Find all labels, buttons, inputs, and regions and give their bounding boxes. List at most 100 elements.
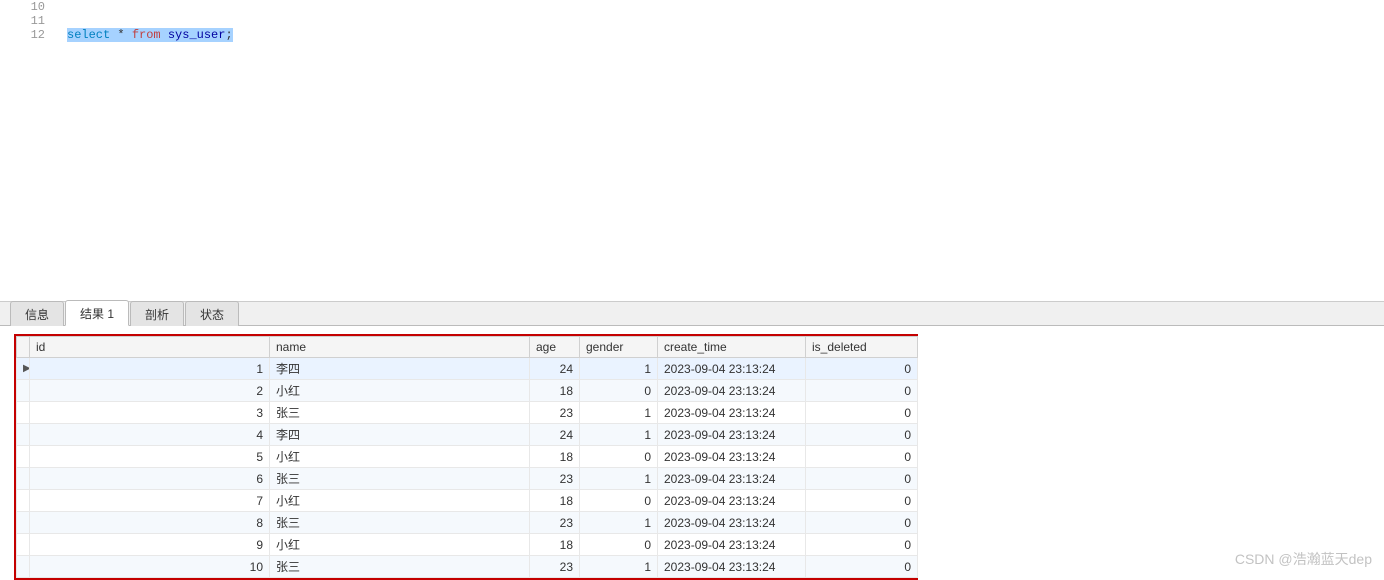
row-marker[interactable] — [17, 446, 30, 468]
tab-info[interactable]: 信息 — [10, 301, 64, 326]
cell-gender[interactable]: 0 — [580, 446, 658, 468]
row-marker[interactable] — [17, 512, 30, 534]
cell-age[interactable]: 24 — [530, 424, 580, 446]
cell-gender[interactable]: 0 — [580, 534, 658, 556]
col-header-is-deleted[interactable]: is_deleted — [806, 337, 918, 358]
cell-id[interactable]: 9 — [30, 534, 270, 556]
cell-name[interactable]: 小红 — [270, 490, 530, 512]
table-row[interactable]: 3张三2312023-09-04 23:13:240 — [17, 402, 918, 424]
table-header-row: id name age gender create_time is_delete… — [17, 337, 918, 358]
editor-line[interactable] — [67, 14, 1384, 28]
cell-id[interactable]: 10 — [30, 556, 270, 578]
editor-gutter: 10 11 12 — [0, 0, 55, 42]
table-row[interactable]: ▶1李四2412023-09-04 23:13:240 — [17, 358, 918, 380]
cell-age[interactable]: 18 — [530, 534, 580, 556]
editor-content[interactable]: select * from sys_user; — [55, 0, 1384, 42]
table-row[interactable]: 9小红1802023-09-04 23:13:240 — [17, 534, 918, 556]
cell-age[interactable]: 23 — [530, 468, 580, 490]
cell-age[interactable]: 18 — [530, 446, 580, 468]
cell-is-deleted[interactable]: 0 — [806, 402, 918, 424]
cell-id[interactable]: 4 — [30, 424, 270, 446]
cell-create-time[interactable]: 2023-09-04 23:13:24 — [658, 468, 806, 490]
cell-create-time[interactable]: 2023-09-04 23:13:24 — [658, 380, 806, 402]
col-header-name[interactable]: name — [270, 337, 530, 358]
row-marker[interactable] — [17, 556, 30, 578]
cell-name[interactable]: 小红 — [270, 446, 530, 468]
row-marker[interactable] — [17, 424, 30, 446]
cell-is-deleted[interactable]: 0 — [806, 380, 918, 402]
cell-gender[interactable]: 1 — [580, 358, 658, 380]
cell-create-time[interactable]: 2023-09-04 23:13:24 — [658, 358, 806, 380]
cell-gender[interactable]: 1 — [580, 402, 658, 424]
cell-gender[interactable]: 1 — [580, 468, 658, 490]
cell-name[interactable]: 小红 — [270, 534, 530, 556]
cell-age[interactable]: 18 — [530, 490, 580, 512]
row-marker[interactable]: ▶ — [17, 358, 30, 380]
cell-age[interactable]: 24 — [530, 358, 580, 380]
cell-age[interactable]: 23 — [530, 402, 580, 424]
cell-name[interactable]: 李四 — [270, 424, 530, 446]
tab-status[interactable]: 状态 — [185, 301, 239, 326]
cell-id[interactable]: 1 — [30, 358, 270, 380]
cell-is-deleted[interactable]: 0 — [806, 556, 918, 578]
table-row[interactable]: 7小红1802023-09-04 23:13:240 — [17, 490, 918, 512]
table-row[interactable]: 10张三2312023-09-04 23:13:240 — [17, 556, 918, 578]
editor-line[interactable]: select * from sys_user; — [67, 28, 1384, 42]
table-row[interactable]: 6张三2312023-09-04 23:13:240 — [17, 468, 918, 490]
col-header-gender[interactable]: gender — [580, 337, 658, 358]
cell-is-deleted[interactable]: 0 — [806, 468, 918, 490]
editor-line[interactable] — [67, 0, 1384, 14]
row-marker[interactable] — [17, 468, 30, 490]
cell-gender[interactable]: 1 — [580, 512, 658, 534]
table-row[interactable]: 2小红1802023-09-04 23:13:240 — [17, 380, 918, 402]
cell-name[interactable]: 张三 — [270, 402, 530, 424]
cell-id[interactable]: 3 — [30, 402, 270, 424]
sql-table-name: sys_user — [168, 28, 226, 42]
cell-is-deleted[interactable]: 0 — [806, 358, 918, 380]
cell-is-deleted[interactable]: 0 — [806, 512, 918, 534]
col-header-id[interactable]: id — [30, 337, 270, 358]
cell-gender[interactable]: 0 — [580, 380, 658, 402]
cell-create-time[interactable]: 2023-09-04 23:13:24 — [658, 512, 806, 534]
cell-gender[interactable]: 1 — [580, 424, 658, 446]
cell-name[interactable]: 小红 — [270, 380, 530, 402]
result-grid[interactable]: id name age gender create_time is_delete… — [16, 336, 918, 578]
cell-id[interactable]: 7 — [30, 490, 270, 512]
cell-name[interactable]: 张三 — [270, 556, 530, 578]
tab-profile[interactable]: 剖析 — [130, 301, 184, 326]
table-row[interactable]: 4李四2412023-09-04 23:13:240 — [17, 424, 918, 446]
row-marker[interactable] — [17, 490, 30, 512]
cell-create-time[interactable]: 2023-09-04 23:13:24 — [658, 424, 806, 446]
cell-is-deleted[interactable]: 0 — [806, 446, 918, 468]
cell-name[interactable]: 张三 — [270, 512, 530, 534]
cell-create-time[interactable]: 2023-09-04 23:13:24 — [658, 402, 806, 424]
row-marker[interactable] — [17, 402, 30, 424]
table-row[interactable]: 8张三2312023-09-04 23:13:240 — [17, 512, 918, 534]
sql-editor-pane[interactable]: 10 11 12 select * from sys_user; — [0, 0, 1384, 302]
cell-create-time[interactable]: 2023-09-04 23:13:24 — [658, 490, 806, 512]
cell-id[interactable]: 5 — [30, 446, 270, 468]
cell-create-time[interactable]: 2023-09-04 23:13:24 — [658, 534, 806, 556]
cell-is-deleted[interactable]: 0 — [806, 490, 918, 512]
cell-name[interactable]: 张三 — [270, 468, 530, 490]
cell-id[interactable]: 2 — [30, 380, 270, 402]
cell-create-time[interactable]: 2023-09-04 23:13:24 — [658, 446, 806, 468]
cell-name[interactable]: 李四 — [270, 358, 530, 380]
cell-create-time[interactable]: 2023-09-04 23:13:24 — [658, 556, 806, 578]
col-header-age[interactable]: age — [530, 337, 580, 358]
cell-age[interactable]: 18 — [530, 380, 580, 402]
tab-result1[interactable]: 结果 1 — [65, 300, 129, 326]
table-row[interactable]: 5小红1802023-09-04 23:13:240 — [17, 446, 918, 468]
cell-gender[interactable]: 1 — [580, 556, 658, 578]
cell-is-deleted[interactable]: 0 — [806, 534, 918, 556]
row-marker[interactable] — [17, 380, 30, 402]
cell-id[interactable]: 8 — [30, 512, 270, 534]
cell-age[interactable]: 23 — [530, 556, 580, 578]
row-marker[interactable] — [17, 534, 30, 556]
sql-star: * — [117, 28, 124, 42]
cell-age[interactable]: 23 — [530, 512, 580, 534]
col-header-create-time[interactable]: create_time — [658, 337, 806, 358]
cell-gender[interactable]: 0 — [580, 490, 658, 512]
cell-id[interactable]: 6 — [30, 468, 270, 490]
cell-is-deleted[interactable]: 0 — [806, 424, 918, 446]
